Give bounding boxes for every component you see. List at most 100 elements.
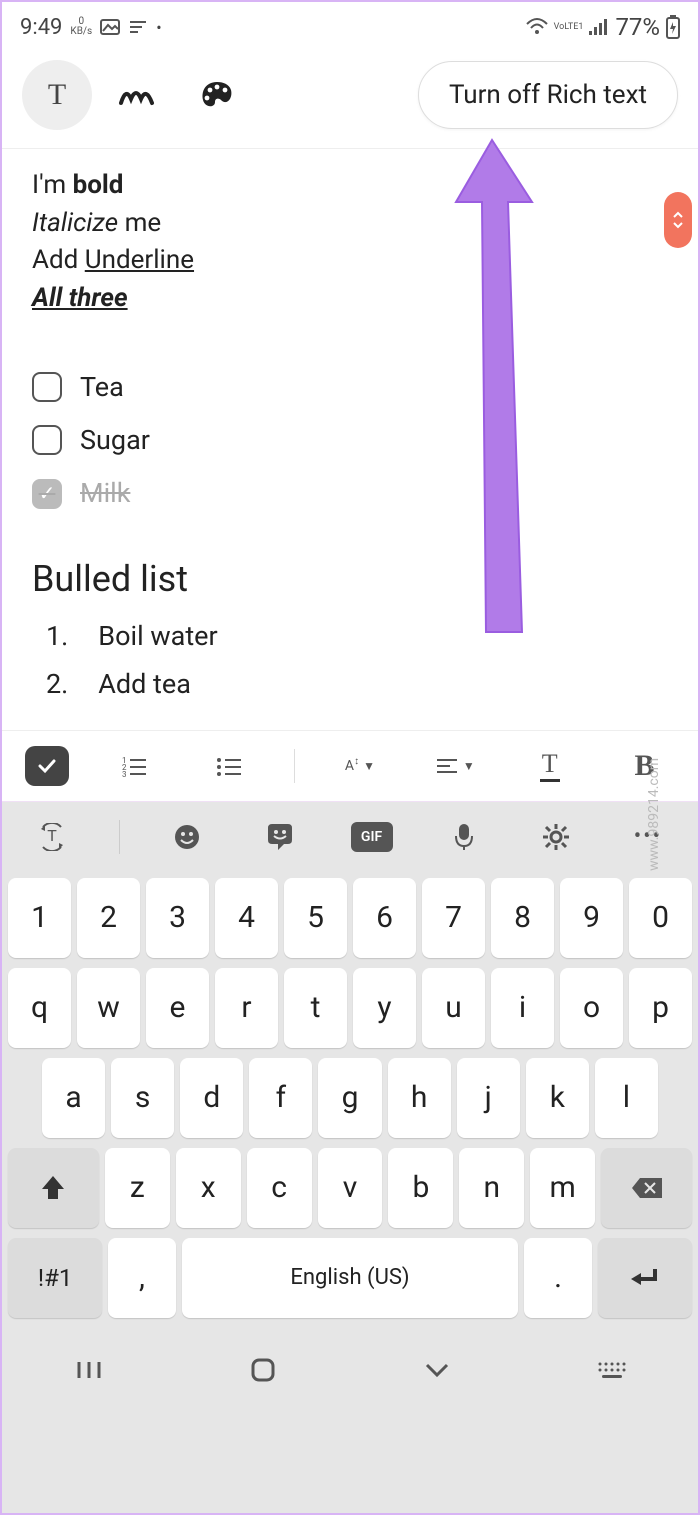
key-y[interactable]: y: [353, 968, 416, 1048]
nav-back-button[interactable]: [387, 1361, 487, 1379]
key-2[interactable]: 2: [77, 878, 140, 958]
key-p[interactable]: p: [629, 968, 692, 1048]
key-t[interactable]: t: [284, 968, 347, 1048]
palette-tool-button[interactable]: [182, 60, 252, 130]
period-key[interactable]: .: [524, 1238, 591, 1318]
text-line: Italicize me: [32, 205, 668, 243]
key-5[interactable]: 5: [284, 878, 347, 958]
font-size-button[interactable]: A↕▼: [330, 744, 390, 788]
checklist-item[interactable]: ✓ Milk: [32, 474, 668, 513]
checkbox-unchecked-icon[interactable]: [32, 372, 62, 402]
backspace-key[interactable]: [601, 1148, 692, 1228]
volte-label: VoLTE1: [554, 23, 584, 32]
nav-home-button[interactable]: [213, 1357, 313, 1383]
divider: [294, 749, 295, 783]
key-o[interactable]: o: [560, 968, 623, 1048]
key-k[interactable]: k: [526, 1058, 589, 1138]
checklist-label: Milk: [80, 474, 130, 513]
bullet-list-button[interactable]: [199, 744, 259, 788]
checklist-label: Sugar: [80, 421, 150, 460]
kb-voice-icon[interactable]: [439, 812, 489, 862]
checklist-item[interactable]: Tea: [32, 368, 668, 407]
key-n[interactable]: n: [459, 1148, 524, 1228]
key-4[interactable]: 4: [215, 878, 278, 958]
status-bar: 9:49 0KB/s • VoLTE1 77%: [2, 2, 698, 50]
checklist-item[interactable]: Sugar: [32, 421, 668, 460]
key-s[interactable]: s: [111, 1058, 174, 1138]
kb-emoji-icon[interactable]: [162, 812, 212, 862]
key-j[interactable]: j: [457, 1058, 520, 1138]
divider: [119, 820, 120, 854]
key-8[interactable]: 8: [491, 878, 554, 958]
watermark: www.989214.com: [646, 758, 662, 871]
key-c[interactable]: c: [247, 1148, 312, 1228]
list-item: 1. Boil water: [46, 617, 668, 656]
text-tool-button[interactable]: T: [22, 60, 92, 130]
align-button[interactable]: ▼: [425, 744, 485, 788]
note-editor[interactable]: I'm bold Italicize me Add Underline All …: [2, 149, 698, 730]
symbols-key[interactable]: !#1: [8, 1238, 102, 1318]
note-heading: Bulled list: [32, 553, 668, 605]
rich-text-toggle-button[interactable]: Turn off Rich text: [418, 61, 678, 129]
key-6[interactable]: 6: [353, 878, 416, 958]
key-9[interactable]: 9: [560, 878, 623, 958]
navigation-bar: [2, 1338, 698, 1402]
key-7[interactable]: 7: [422, 878, 485, 958]
kb-sticker-icon[interactable]: [254, 812, 304, 862]
key-r[interactable]: r: [215, 968, 278, 1048]
keyboard: T GIF ••• 1234567890 qwertyuiop asdfg: [2, 802, 698, 1513]
enter-key[interactable]: [598, 1238, 692, 1318]
gallery-icon: [100, 17, 120, 37]
key-i[interactable]: i: [491, 968, 554, 1048]
text-line: Add Underline: [32, 242, 668, 280]
format-bar: 123 A↕▼ ▼ T B: [2, 730, 698, 802]
key-0[interactable]: 0: [629, 878, 692, 958]
svg-text:3: 3: [122, 770, 127, 777]
shift-key[interactable]: [8, 1148, 99, 1228]
key-a[interactable]: a: [42, 1058, 105, 1138]
ordered-list: 1. Boil water 2. Add tea: [32, 617, 668, 703]
comma-key[interactable]: ,: [108, 1238, 175, 1318]
key-d[interactable]: d: [180, 1058, 243, 1138]
checklist-toggle-button[interactable]: [25, 746, 69, 786]
text-line: I'm bold: [32, 167, 668, 205]
key-u[interactable]: u: [422, 968, 485, 1048]
wifi-icon: [526, 18, 548, 36]
status-time: 9:49: [20, 15, 62, 40]
key-h[interactable]: h: [388, 1058, 451, 1138]
key-q[interactable]: q: [8, 968, 71, 1048]
key-m[interactable]: m: [530, 1148, 595, 1228]
text-color-button[interactable]: T: [520, 744, 580, 788]
checkbox-unchecked-icon[interactable]: [32, 425, 62, 455]
key-1[interactable]: 1: [8, 878, 71, 958]
dot-icon: •: [156, 18, 161, 37]
key-b[interactable]: b: [388, 1148, 453, 1228]
editor-toolbar: T Turn off Rich text: [2, 50, 698, 149]
bold-button[interactable]: B: [615, 744, 675, 788]
draw-tool-button[interactable]: [102, 60, 172, 130]
list-item: 2. Add tea: [46, 665, 668, 704]
battery-icon: [666, 15, 680, 39]
kb-settings-icon[interactable]: [531, 812, 581, 862]
text-line: All three: [32, 280, 668, 318]
scroll-handle[interactable]: [664, 192, 692, 248]
key-x[interactable]: x: [176, 1148, 241, 1228]
numbered-list-button[interactable]: 123: [104, 744, 164, 788]
key-f[interactable]: f: [249, 1058, 312, 1138]
menu-lines-icon: [128, 20, 148, 34]
nav-recents-button[interactable]: [39, 1360, 139, 1380]
kb-gif-button[interactable]: GIF: [347, 812, 397, 862]
battery-percent: 77%: [615, 13, 660, 41]
nav-keyboard-switch-button[interactable]: [561, 1360, 661, 1380]
key-l[interactable]: l: [595, 1058, 658, 1138]
key-3[interactable]: 3: [146, 878, 209, 958]
key-w[interactable]: w: [77, 968, 140, 1048]
key-g[interactable]: g: [318, 1058, 381, 1138]
checkbox-checked-icon[interactable]: ✓: [32, 479, 62, 509]
kb-text-transform-icon[interactable]: T: [27, 812, 77, 862]
space-key[interactable]: English (US): [182, 1238, 519, 1318]
svg-text:T: T: [48, 78, 66, 111]
key-e[interactable]: e: [146, 968, 209, 1048]
key-v[interactable]: v: [318, 1148, 383, 1228]
key-z[interactable]: z: [105, 1148, 170, 1228]
